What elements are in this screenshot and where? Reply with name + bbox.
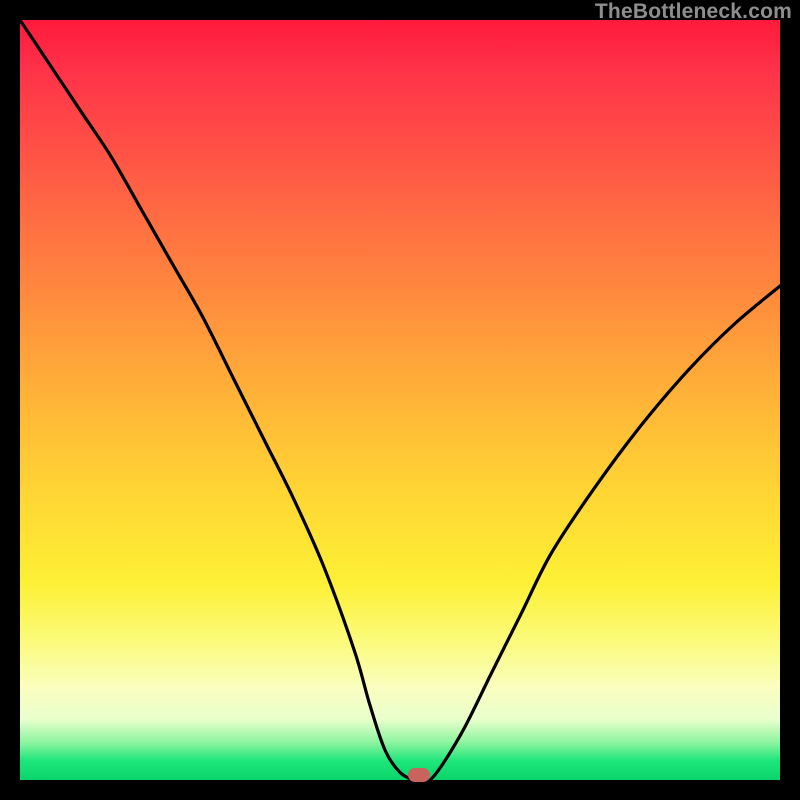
curve-svg (20, 20, 780, 780)
minimum-marker (408, 768, 430, 782)
chart-stage: TheBottleneck.com (0, 0, 800, 800)
plot-area (20, 20, 780, 780)
bottleneck-curve-path (20, 20, 780, 780)
